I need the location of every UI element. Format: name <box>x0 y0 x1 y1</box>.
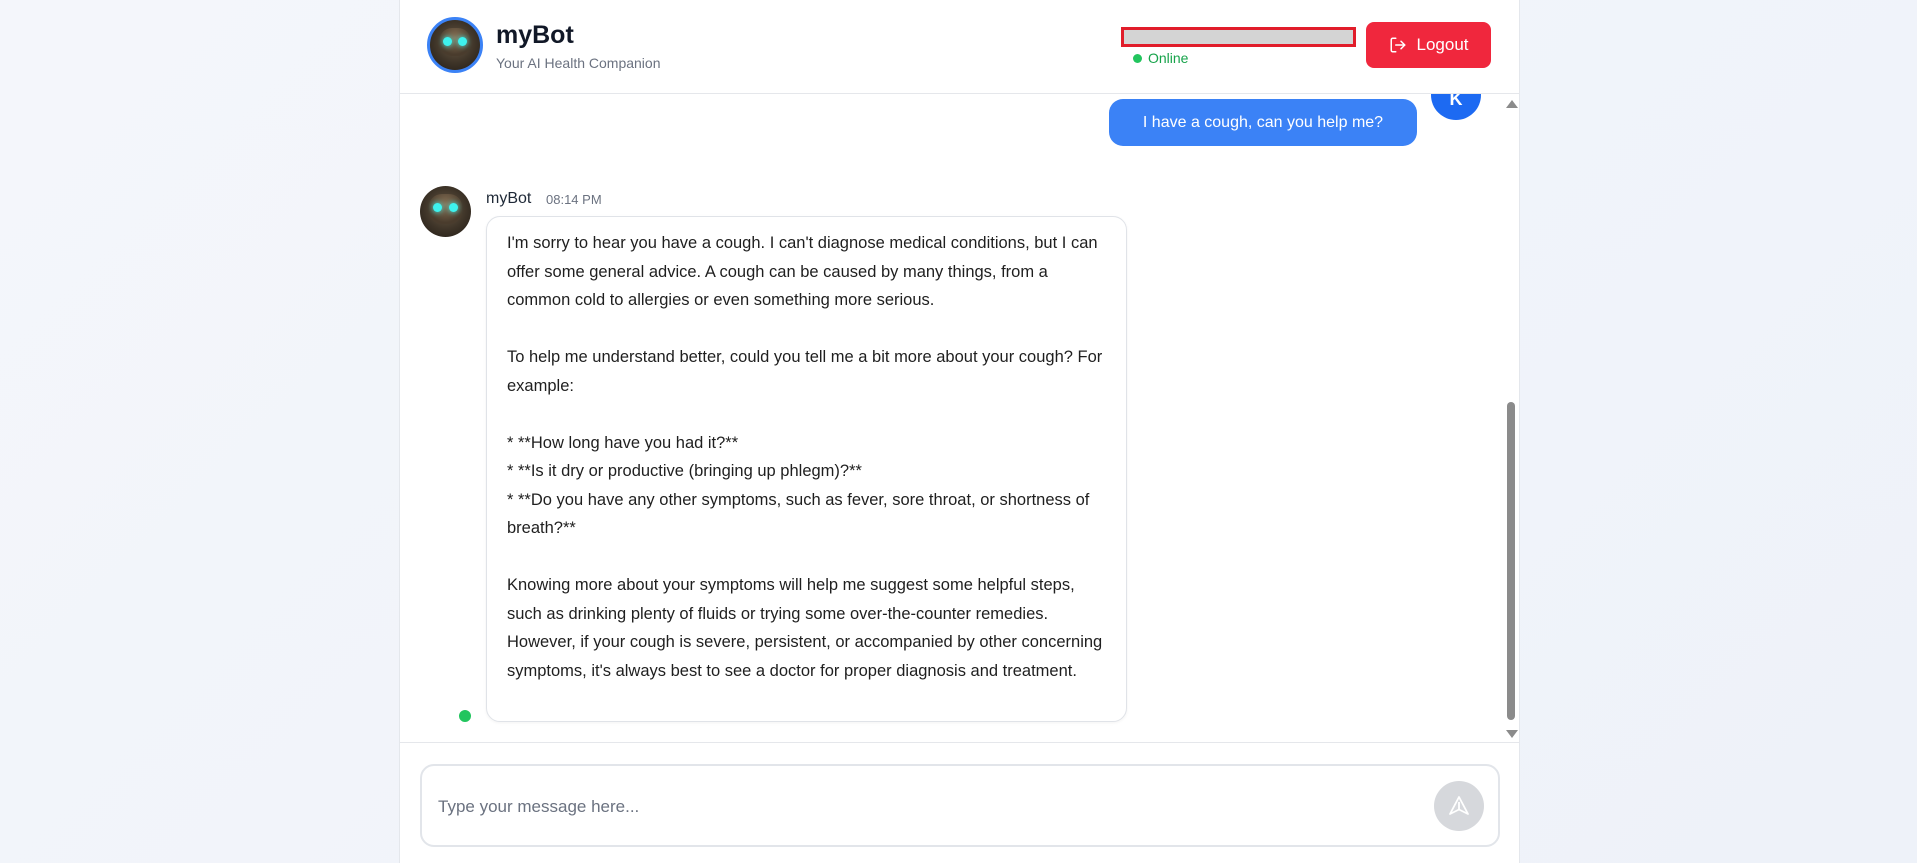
bot-message-sender: myBot <box>486 190 532 207</box>
logout-button[interactable]: Logout <box>1366 22 1491 68</box>
bot-message-paragraph: To help me understand better, could you … <box>507 348 1103 395</box>
bot-message-time: 08:14 PM <box>546 192 602 207</box>
scrollbar-thumb[interactable] <box>1507 402 1515 720</box>
robot-face-icon <box>430 20 480 70</box>
bot-message-list-item: * **How long have you had it?** <box>507 433 739 452</box>
status-dot-icon <box>1133 53 1142 63</box>
logout-icon <box>1390 37 1405 53</box>
chat-app: myBot Your AI Health Companion Online Lo… <box>399 0 1520 863</box>
robot-face-icon <box>420 186 471 237</box>
chat-messages: K I have a cough, can you help me? myBot… <box>400 94 1519 742</box>
send-icon <box>1449 796 1469 815</box>
bot-message-avatar <box>420 186 471 237</box>
online-dot-icon <box>457 708 473 724</box>
status-text: Online <box>1148 50 1189 66</box>
bot-message-paragraph: I'm sorry to hear you have a cough. I ca… <box>507 234 1098 309</box>
user-avatar: K <box>1431 94 1481 120</box>
status-indicator: Online <box>1133 50 1188 66</box>
scroll-up-arrow-icon[interactable] <box>1506 100 1518 108</box>
scroll-down-arrow-icon[interactable] <box>1506 730 1518 738</box>
bot-avatar <box>427 17 483 73</box>
bot-message-list-item: * **Is it dry or productive (bringing up… <box>507 462 862 480</box>
app-subtitle: Your AI Health Companion <box>496 55 661 71</box>
user-message: I have a cough, can you help me? <box>1109 99 1417 146</box>
logout-label: Logout <box>1416 35 1469 54</box>
header: myBot Your AI Health Companion Online Lo… <box>400 0 1519 94</box>
bot-message-list-item: * **Do you have any other symptoms, such… <box>507 490 1090 538</box>
username-redacted <box>1121 27 1356 47</box>
chat-scrollbar[interactable] <box>1505 100 1518 738</box>
send-button[interactable] <box>1434 781 1484 831</box>
bot-message-paragraph: Knowing more about your symptoms will he… <box>507 576 1103 680</box>
message-input-box <box>420 764 1500 847</box>
composer <box>400 742 1519 863</box>
user-message-text: I have a cough, can you help me? <box>1142 113 1384 131</box>
user-avatar-initial: K <box>1449 94 1463 109</box>
message-input[interactable] <box>438 792 1398 822</box>
app-title: myBot <box>496 21 574 49</box>
bot-message: I'm sorry to hear you have a cough. I ca… <box>486 216 1127 722</box>
